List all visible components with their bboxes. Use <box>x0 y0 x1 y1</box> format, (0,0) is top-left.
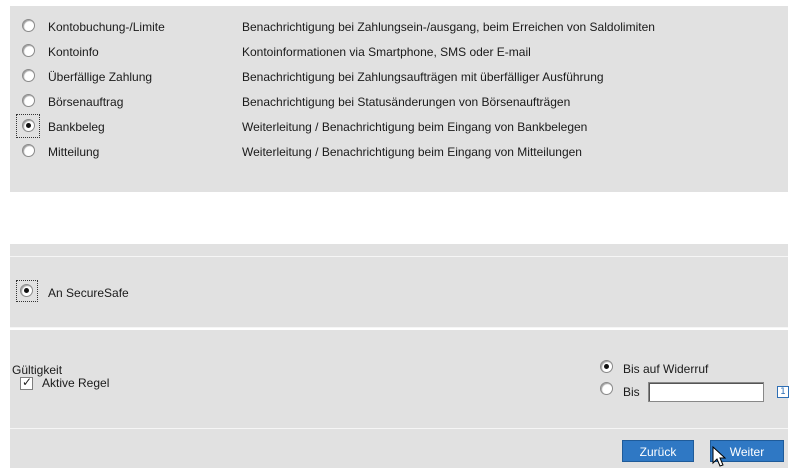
notification-type-panel: Kontobuchung-/Limite Benachrichtigung be… <box>10 6 788 192</box>
validity-title: Gültigkeit <box>12 363 63 377</box>
option-description: Benachrichtigung bei Statusänderungen vo… <box>242 95 571 109</box>
option-name: Mitteilung <box>48 145 100 159</box>
radio-kontobuchung[interactable] <box>22 19 35 32</box>
option-name: Börsenauftrag <box>48 95 124 109</box>
option-name: Bankbeleg <box>48 120 105 134</box>
radio-kontoinfo[interactable] <box>22 44 35 57</box>
destination-panel: An SecureSafe <box>10 244 788 328</box>
mouse-cursor-icon <box>712 446 727 467</box>
radio-until-revoked[interactable] <box>600 360 613 373</box>
destination-label: An SecureSafe <box>48 286 129 300</box>
option-description: Benachrichtigung bei Zahlungsaufträgen m… <box>242 70 604 84</box>
radio-boersenauftrag[interactable] <box>22 94 35 107</box>
option-row-bankbeleg[interactable]: Bankbeleg Weiterleitung / Benachrichtigu… <box>10 114 788 139</box>
option-description: Weiterleitung / Benachrichtigung beim Ei… <box>242 145 582 159</box>
option-row-boersenauftrag[interactable]: Börsenauftrag Benachrichtigung bei Statu… <box>10 89 788 114</box>
divider <box>10 428 788 429</box>
option-description: Kontoinformationen via Smartphone, SMS o… <box>242 45 531 59</box>
option-name: Überfällige Zahlung <box>48 70 153 84</box>
option-row-mitteilung[interactable]: Mitteilung Weiterleitung / Benachrichtig… <box>10 139 788 164</box>
option-row-kontoinfo[interactable]: Kontoinfo Kontoinformationen via Smartph… <box>10 39 788 64</box>
option-row-ueberfaellige-zahlung[interactable]: Überfällige Zahlung Benachrichtigung bei… <box>10 64 788 89</box>
divider <box>10 327 788 328</box>
option-description: Benachrichtigung bei Zahlungsein-/ausgan… <box>242 20 655 34</box>
radio-ueberfaellige-zahlung[interactable] <box>22 69 35 82</box>
radio-bankbeleg[interactable] <box>22 119 35 132</box>
radio-mitteilung[interactable] <box>22 144 35 157</box>
validity-panel: Gültigkeit Aktive Regel Bis auf Widerruf… <box>10 330 789 468</box>
active-rule-label: Aktive Regel <box>42 376 110 390</box>
until-revoked-label: Bis auf Widerruf <box>623 362 709 376</box>
radio-securesafe[interactable] <box>20 284 33 297</box>
until-date-input[interactable] <box>648 382 764 402</box>
divider <box>10 256 788 257</box>
option-name: Kontobuchung-/Limite <box>48 20 165 34</box>
option-row-kontobuchung[interactable]: Kontobuchung-/Limite Benachrichtigung be… <box>10 14 788 39</box>
radio-until-date[interactable] <box>600 382 613 395</box>
active-rule-checkbox[interactable] <box>20 375 33 390</box>
option-description: Weiterleitung / Benachrichtigung beim Ei… <box>242 120 588 134</box>
back-button[interactable]: Zurück <box>622 440 694 462</box>
option-name: Kontoinfo <box>48 45 99 59</box>
until-label: Bis <box>623 385 640 399</box>
calendar-icon[interactable]: 1 <box>777 386 789 398</box>
